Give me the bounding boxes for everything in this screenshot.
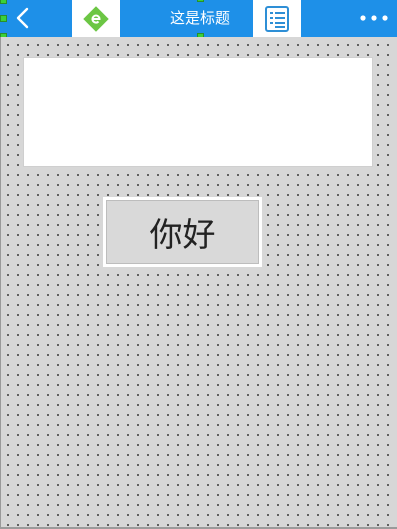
list-icon [265, 5, 289, 32]
top-bar: 这是标题 [0, 0, 397, 37]
logo[interactable] [72, 0, 120, 37]
more-dots-icon [360, 15, 388, 21]
hello-button[interactable]: 你好 [103, 197, 262, 267]
back-button[interactable] [8, 4, 38, 32]
design-canvas[interactable]: 你好 [0, 37, 397, 527]
hello-button-label: 你好 [106, 200, 259, 264]
e-logo-icon [83, 5, 109, 32]
chevron-left-icon [16, 7, 29, 29]
more-button[interactable] [357, 4, 391, 32]
selection-handle-top-left[interactable] [0, 0, 7, 4]
selection-handle-left[interactable] [0, 15, 7, 22]
page-title: 这是标题 [169, 9, 230, 27]
list-button[interactable] [253, 0, 301, 37]
selection-handle-top-center[interactable] [197, 0, 204, 2]
text-area[interactable] [23, 57, 373, 167]
